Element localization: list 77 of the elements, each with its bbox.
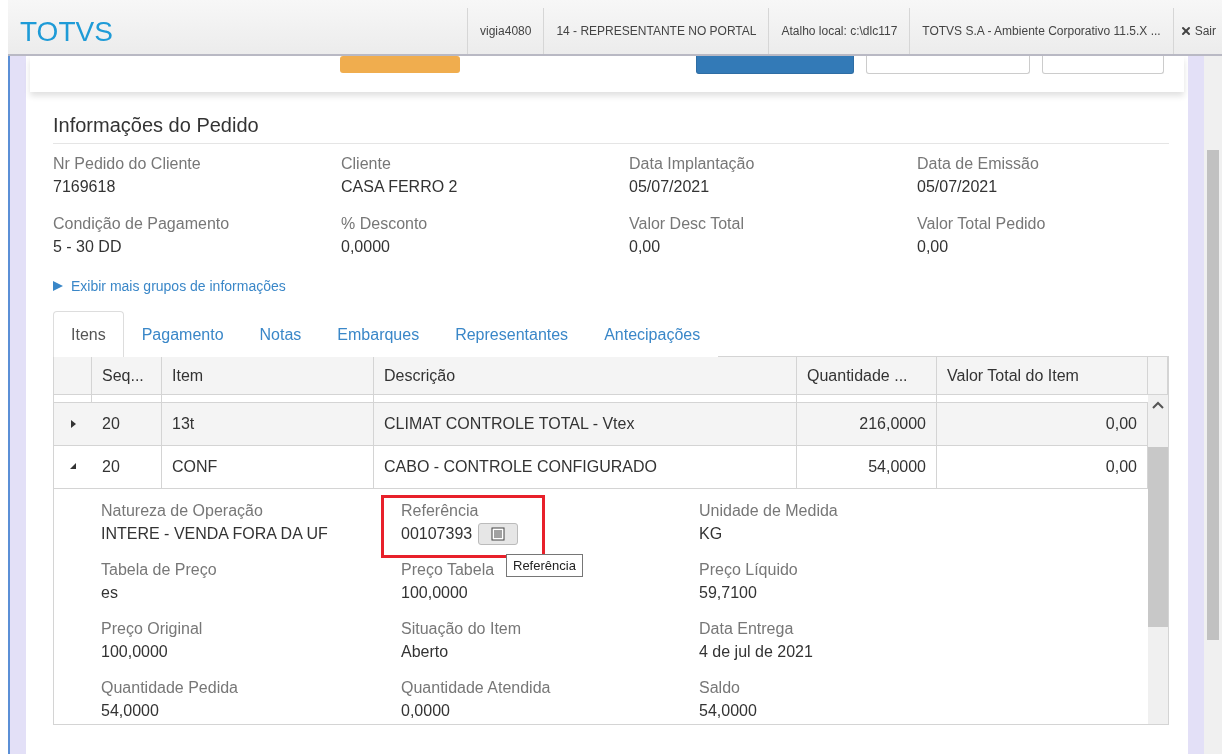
table-cell: 13t [162, 403, 374, 446]
field-value: 5 - 30 DD [53, 237, 123, 257]
field-label: % Desconto [341, 214, 428, 234]
column-header[interactable]: Item [162, 357, 374, 395]
field-label: Saldo [699, 678, 740, 698]
field-value: 4 de jul de 2021 [699, 642, 813, 662]
field-label: Situação do Item [401, 619, 522, 639]
table-cell: 20 [92, 446, 162, 489]
field-value: 100,0000 [401, 583, 468, 603]
list-icon [491, 527, 506, 541]
edit-button[interactable] [866, 56, 1030, 74]
table-cell: 216,0000 [797, 403, 937, 446]
field-label: Data Entrega [699, 619, 794, 639]
scrollbar-thumb[interactable] [1148, 447, 1168, 627]
field-value: Aberto [401, 642, 449, 662]
field-value: 00107393 [401, 524, 473, 544]
logo: TOTVS [19, 16, 114, 49]
field-value: 59,7100 [699, 583, 757, 603]
print-button[interactable] [1042, 56, 1164, 74]
field-label: Nr Pedido do Cliente [53, 154, 201, 174]
column-header[interactable]: Valor Total do Item [937, 357, 1148, 395]
field-value: es [101, 583, 118, 603]
table-cell: CABO - CONTROLE CONFIGURADO [374, 446, 797, 489]
field-value: 05/07/2021 [917, 177, 999, 197]
triangle-icon [53, 281, 63, 291]
field-label: Data Implantação [629, 154, 755, 174]
field-label: Unidade de Medida [699, 501, 838, 521]
section-title: Informações do Pedido [53, 114, 1169, 144]
top-bar-item[interactable]: vigia4080 [467, 8, 544, 54]
field-value: 0,0000 [341, 237, 391, 257]
more-info-link[interactable]: Exibir mais grupos de informações [53, 278, 286, 294]
field-label: Cliente [341, 154, 391, 174]
field-label: Tabela de Preço [101, 560, 217, 580]
top-bar-item[interactable]: Atalho local: c:\dlc117 [768, 8, 910, 54]
field-label: Condição de Pagamento [53, 214, 230, 234]
collapse-toggle[interactable] [69, 463, 77, 471]
scroll-up-icon[interactable] [1152, 401, 1164, 409]
field-label: Preço Tabela [401, 560, 495, 580]
table-cell: CLIMAT CONTROLE TOTAL - Vtex [374, 403, 797, 446]
close-icon [1179, 25, 1192, 37]
field-label: Quantidade Pedida [101, 678, 238, 698]
field-value: 0,00 [917, 237, 950, 257]
field-label: Preço Líquido [699, 560, 798, 580]
table-cell: 20 [92, 403, 162, 446]
field-label: Valor Desc Total [629, 214, 744, 234]
tooltip: Referência [506, 554, 583, 577]
field-label: Data de Emissão [917, 154, 1039, 174]
field-value: KG [699, 524, 723, 544]
top-bar-item[interactable]: TOTVS S.A - Ambiente Corporativo 11.5.X ... [909, 8, 1173, 54]
field-value: 0,0000 [401, 701, 450, 721]
tab[interactable]: Itens [53, 311, 124, 357]
history-button[interactable] [696, 56, 854, 74]
field-label: Quantidade Atendida [401, 678, 551, 698]
field-value: 54,0000 [101, 701, 159, 721]
field-value: 7169618 [53, 177, 117, 197]
expand-toggle[interactable] [69, 420, 77, 428]
exit-button[interactable]: Sair [1172, 8, 1222, 54]
field-label: Preço Original [101, 619, 203, 639]
field-label: Valor Total Pedido [917, 214, 1046, 234]
field-value: 100,0000 [101, 642, 168, 662]
field-value: CASA FERRO 2 [341, 177, 459, 197]
table-cell: 0,00 [937, 446, 1148, 489]
field-value: 05/07/2021 [629, 177, 711, 197]
table-cell: CONF [162, 446, 374, 489]
field-value: INTERE - VENDA FORA DA UF [101, 524, 328, 544]
field-label: Referência [401, 501, 479, 521]
field-value: 0,00 [629, 237, 662, 257]
table-cell: 0,00 [937, 403, 1148, 446]
field-label: Natureza de Operação [101, 501, 263, 521]
column-header[interactable]: Quantidade ... [797, 357, 937, 395]
top-bar-item[interactable]: 14 - REPRESENTANTE NO PORTAL [543, 8, 769, 54]
field-value: 54,0000 [699, 701, 757, 721]
list-button[interactable] [478, 523, 519, 545]
column-header[interactable]: Descrição [374, 357, 797, 395]
scrollbar-thumb[interactable] [1207, 150, 1219, 640]
column-header[interactable]: Seq... [92, 357, 162, 395]
table-cell: 54,0000 [797, 446, 937, 489]
